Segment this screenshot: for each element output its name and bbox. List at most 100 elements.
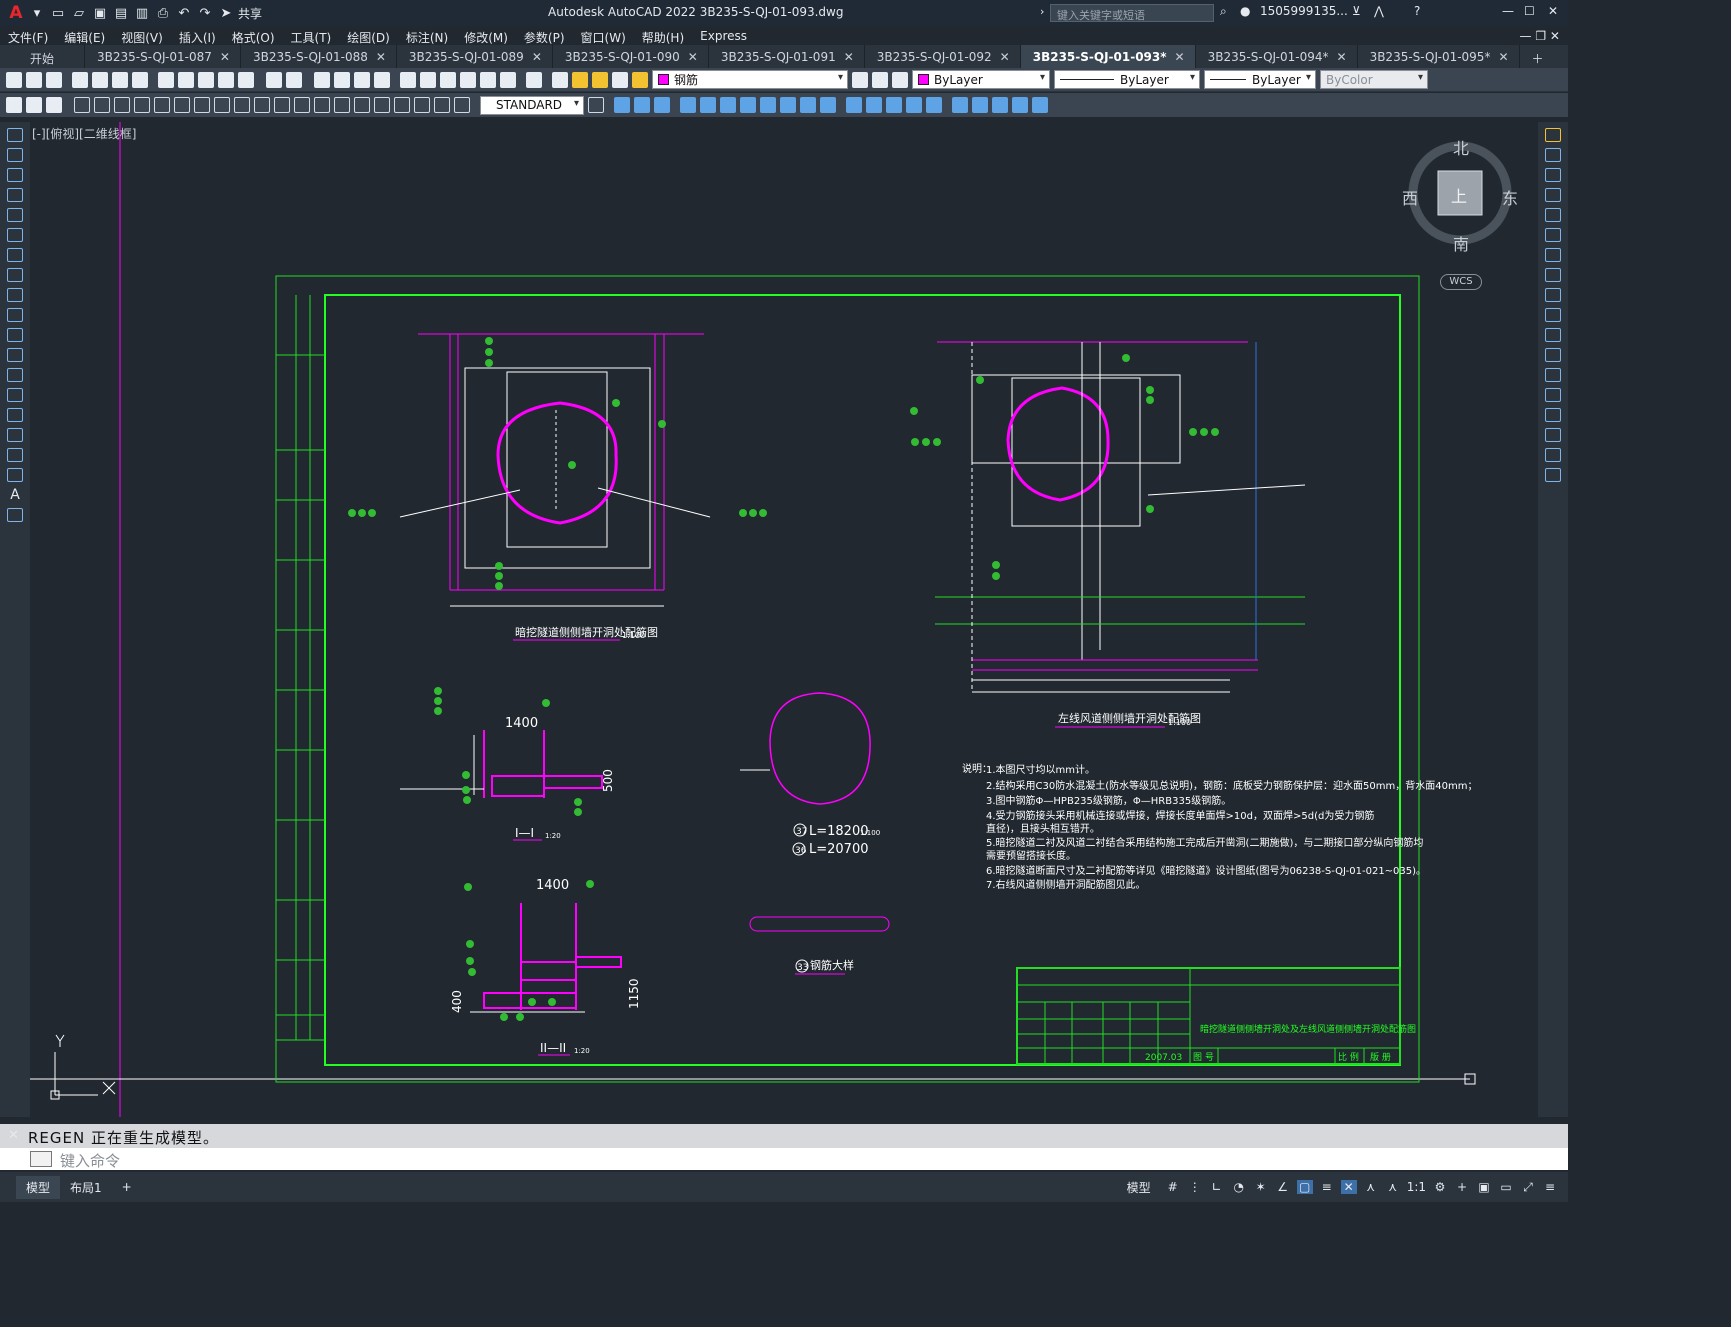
compass-east[interactable]: 东 (1502, 185, 1518, 209)
layer-lock-icon[interactable] (632, 71, 648, 88)
menu-window[interactable]: 窗口(W) (573, 26, 634, 45)
dim-space-icon[interactable] (294, 97, 310, 113)
new-tab-button[interactable]: ＋ (1520, 45, 1554, 68)
join-icon[interactable] (1545, 388, 1561, 402)
copy-obj-icon[interactable] (634, 97, 650, 113)
image-icon[interactable] (992, 97, 1008, 113)
snap-icon[interactable]: ⋮ (1187, 1180, 1203, 1194)
break-icon[interactable] (1545, 368, 1561, 382)
export-icon[interactable]: ▥ (133, 4, 151, 22)
ortho-icon[interactable]: ∟ (1209, 1180, 1225, 1194)
color-dropdown[interactable]: ByLayer ▾ (912, 70, 1050, 89)
undo-icon[interactable]: ↶ (175, 4, 193, 22)
ole-icon[interactable] (1012, 97, 1028, 113)
dim-style-icon[interactable] (588, 97, 604, 113)
autocad-logo-icon[interactable]: A (4, 3, 28, 23)
extend-icon[interactable] (1545, 328, 1561, 342)
selection-cycling-icon[interactable]: ✕ (1340, 1180, 1357, 1194)
menu-express[interactable]: Express (692, 26, 755, 45)
fullscreen-icon[interactable]: ⤢ (1520, 1180, 1536, 1194)
rotate-icon[interactable] (1545, 248, 1561, 262)
help-icon[interactable]: ? (1414, 4, 1420, 18)
close-icon[interactable]: ✕ (220, 50, 230, 64)
help-icon[interactable] (526, 71, 542, 88)
layer-vp-icon[interactable] (612, 71, 628, 88)
dim-angular-icon[interactable] (214, 97, 230, 113)
extend-icon[interactable] (780, 97, 796, 113)
menu-parametric[interactable]: 参数(P) (516, 26, 573, 45)
zoom-previous-icon[interactable] (374, 71, 390, 88)
chamfer-icon[interactable] (846, 97, 862, 113)
explode-icon[interactable] (1545, 468, 1561, 482)
layer-properties-icon[interactable] (552, 71, 568, 88)
close-icon[interactable]: ✕ (1175, 50, 1185, 64)
menu-view[interactable]: 视图(V) (113, 26, 171, 45)
markup-icon[interactable] (480, 71, 496, 88)
close-icon[interactable]: ✕ (1498, 50, 1508, 64)
fillet-icon[interactable] (1545, 428, 1561, 442)
minimize-icon[interactable]: — (1502, 4, 1514, 18)
close-icon[interactable]: ✕ (688, 50, 698, 64)
mtext-icon[interactable]: A (7, 488, 23, 502)
dim-radius-icon[interactable] (154, 97, 170, 113)
table-icon[interactable] (7, 468, 23, 482)
share-label[interactable]: 共享 (238, 5, 262, 22)
close-icon[interactable]: ✕ (532, 50, 542, 64)
sheet-set-icon[interactable] (460, 71, 476, 88)
open-file-icon[interactable]: ▱ (70, 4, 88, 22)
plus-icon[interactable]: + (1454, 1180, 1470, 1194)
move-icon[interactable] (614, 97, 630, 113)
viewport-controls[interactable]: [-][俯视][二维线框] (32, 125, 136, 142)
revcloud-icon[interactable] (7, 268, 23, 282)
share-icon[interactable]: ➤ (217, 4, 235, 22)
user-name[interactable]: 1505999135... (1260, 4, 1348, 18)
menu-file[interactable]: 文件(F) (0, 26, 56, 45)
3d-print-icon[interactable] (132, 71, 148, 88)
mirror-icon[interactable] (1545, 168, 1561, 182)
construction-line-icon[interactable] (7, 148, 23, 162)
close-command-icon[interactable]: ✕ (8, 1128, 19, 1143)
viewcube[interactable]: 北 南 东 西 上 (1402, 138, 1518, 254)
tab-095[interactable]: 3B235-S-QJ-01-095* ✕ (1358, 45, 1520, 68)
add-selected-icon[interactable] (7, 508, 23, 522)
drawing-canvas[interactable]: 暗挖隧道侧侧墙开洞处配筋图 1:100 左线风道侧侧墙开洞处配筋图 1:100 (30, 122, 1536, 1117)
annotation-visibility-icon[interactable]: ⋏ (1363, 1180, 1379, 1194)
close-icon[interactable]: ✕ (844, 50, 854, 64)
break-icon[interactable] (800, 97, 816, 113)
paste-icon[interactable] (198, 71, 214, 88)
polyline-icon[interactable] (7, 168, 23, 182)
spline-icon[interactable] (7, 288, 23, 302)
settings-gear-icon[interactable]: ⚙ (1432, 1180, 1448, 1194)
toolbar-icon-1[interactable] (6, 97, 22, 113)
tab-092[interactable]: 3B235-S-QJ-01-092 ✕ (865, 45, 1021, 68)
tolerance-icon[interactable] (334, 97, 350, 113)
tab-093[interactable]: 3B235-S-QJ-01-093* ✕ (1020, 45, 1196, 68)
dim-text-edit-icon[interactable] (434, 97, 450, 113)
polar-icon[interactable]: ◔ (1231, 1180, 1247, 1194)
menu-modify[interactable]: 修改(M) (456, 26, 516, 45)
move-icon[interactable] (1545, 228, 1561, 242)
autodesk-app-icon[interactable]: ⋀ (1374, 4, 1384, 18)
xref-icon[interactable] (972, 97, 988, 113)
arc-icon[interactable] (7, 228, 23, 242)
toolbar-icon-3[interactable] (46, 97, 62, 113)
inspection-icon[interactable] (374, 97, 390, 113)
match-prop-icon[interactable] (218, 71, 234, 88)
layer-dropdown[interactable]: 钢筋 ▾ (652, 70, 848, 89)
break-at-point-icon[interactable] (1545, 348, 1561, 362)
dim-arc-icon[interactable] (114, 97, 130, 113)
circle-icon[interactable] (7, 248, 23, 262)
save-icon[interactable] (46, 71, 62, 88)
render-icon[interactable] (1032, 97, 1048, 113)
make-block-icon[interactable] (7, 368, 23, 382)
viewcube-top-face[interactable]: 上 (1451, 183, 1467, 207)
tab-start[interactable]: 开始 (0, 45, 86, 68)
close-icon[interactable]: ✕ (376, 50, 386, 64)
maximize-icon[interactable]: ☐ (1524, 4, 1535, 18)
zoom-window-icon[interactable] (354, 71, 370, 88)
save-as-icon[interactable]: ▤ (112, 4, 130, 22)
grid-icon[interactable]: # (1165, 1180, 1181, 1194)
layout-tab-layout1[interactable]: 布局1 (60, 1176, 112, 1199)
pan-icon[interactable] (314, 71, 330, 88)
array-icon[interactable] (1545, 208, 1561, 222)
